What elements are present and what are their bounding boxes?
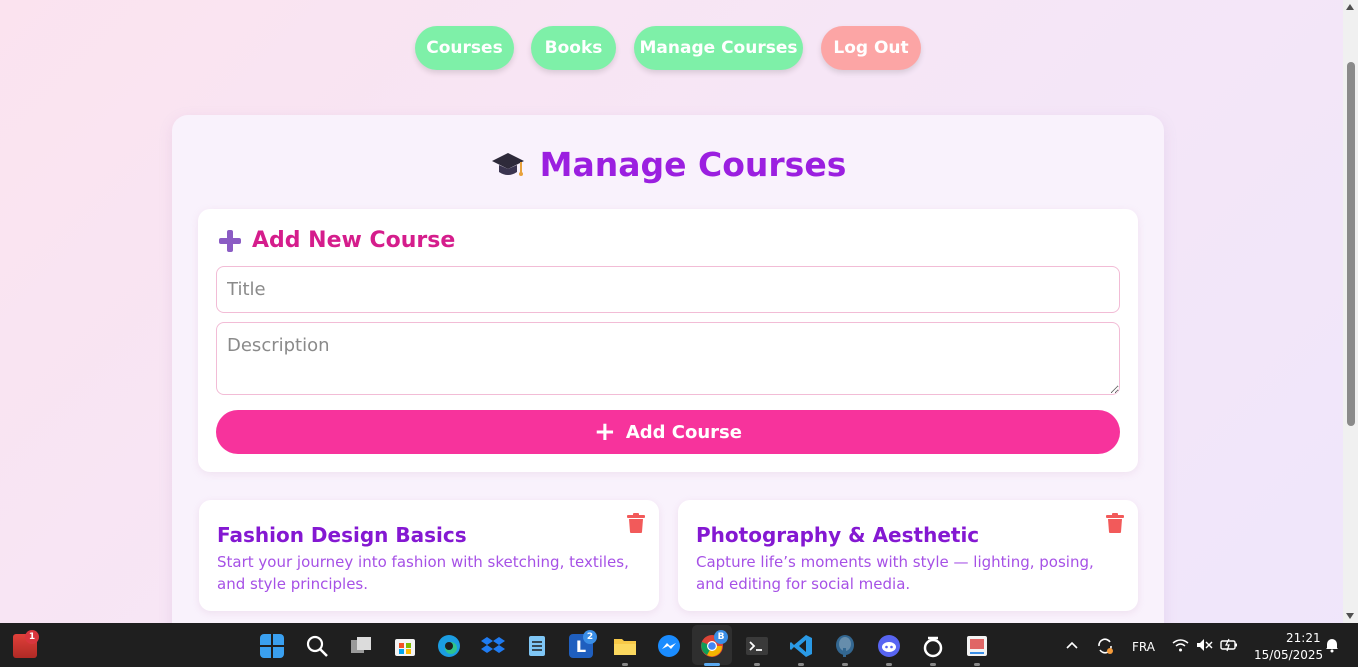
word-badge: 2 (583, 630, 597, 644)
nav-courses-button[interactable]: Courses (415, 26, 514, 70)
add-course-heading-text: Add New Course (252, 228, 456, 253)
circle-app-indicator (930, 663, 936, 666)
scrollbar-thumb[interactable] (1347, 62, 1355, 426)
sync-icon[interactable] (1096, 637, 1114, 655)
terminal-icon[interactable] (745, 634, 769, 658)
course-description: Capture life’s moments with style — ligh… (696, 553, 1094, 593)
top-nav: Courses Books Manage Courses Log Out (0, 26, 1343, 70)
nav-logout-button[interactable]: Log Out (821, 26, 921, 70)
plus-icon (219, 229, 241, 252)
vertical-scrollbar[interactable] (1343, 0, 1358, 623)
page-title-text: Manage Courses (539, 145, 847, 184)
course-description-input[interactable] (216, 322, 1120, 395)
snipping-indicator (974, 663, 980, 666)
postgres-icon[interactable] (833, 634, 857, 658)
speaker-muted-icon[interactable] (1196, 638, 1213, 652)
nav-manage-courses-button[interactable]: Manage Courses (634, 26, 803, 70)
taskbar: 1 L 2 B FRA 21:21 15/05/2025 (0, 623, 1358, 667)
wifi-icon[interactable] (1172, 638, 1189, 652)
language-indicator[interactable]: FRA (1132, 640, 1155, 654)
search-icon[interactable] (305, 634, 329, 658)
terminal-indicator (754, 663, 760, 666)
discord-icon[interactable] (877, 634, 901, 658)
battery-icon[interactable] (1220, 638, 1238, 652)
clock-date[interactable]: 15/05/2025 (1254, 648, 1323, 662)
notification-badge: 1 (25, 630, 39, 644)
clock-time[interactable]: 21:21 (1286, 631, 1321, 645)
course-card: Fashion Design Basics Start your journey… (199, 500, 659, 611)
add-course-button-label: Add Course (625, 421, 742, 443)
course-card: Photography & Aesthetic Capture life’s m… (678, 500, 1138, 611)
add-course-heading: Add New Course (218, 228, 455, 253)
circle-app-icon[interactable] (921, 634, 945, 658)
trash-icon[interactable] (1106, 513, 1124, 533)
graduation-cap-icon (491, 152, 524, 176)
store-icon[interactable] (393, 634, 417, 658)
chrome-indicator (704, 663, 720, 666)
task-view-icon[interactable] (349, 634, 373, 658)
scroll-up-arrow[interactable] (1346, 4, 1354, 10)
chevron-up-icon[interactable] (1066, 641, 1078, 649)
nav-books-button[interactable]: Books (531, 26, 616, 70)
course-description: Start your journey into fashion with ske… (217, 553, 629, 593)
messenger-icon[interactable] (657, 634, 681, 658)
course-title-input[interactable] (216, 266, 1120, 313)
browser-viewport: Courses Books Manage Courses Log Out Man… (0, 0, 1343, 623)
discord-indicator (886, 663, 892, 666)
file-explorer-icon[interactable] (613, 634, 637, 658)
course-title: Fashion Design Basics (217, 523, 467, 547)
edge-icon[interactable] (437, 634, 461, 658)
add-plus-icon: + (594, 417, 616, 447)
vscode-icon[interactable] (789, 634, 813, 658)
postgres-indicator (842, 663, 848, 666)
dropbox-icon[interactable] (481, 634, 505, 658)
add-course-button[interactable]: + Add Course (216, 410, 1120, 454)
course-title: Photography & Aesthetic (696, 523, 980, 547)
vscode-indicator (798, 663, 804, 666)
windows-start-icon[interactable] (260, 634, 284, 658)
chrome-profile-badge: B (714, 630, 728, 644)
page-title: Manage Courses (172, 145, 1164, 184)
trash-icon[interactable] (627, 513, 645, 533)
notepad-icon[interactable] (525, 634, 549, 658)
notification-bell-icon[interactable] (1324, 637, 1340, 653)
scroll-down-arrow[interactable] (1346, 613, 1354, 619)
file-explorer-indicator (622, 663, 628, 666)
snipping-icon[interactable] (965, 634, 989, 658)
